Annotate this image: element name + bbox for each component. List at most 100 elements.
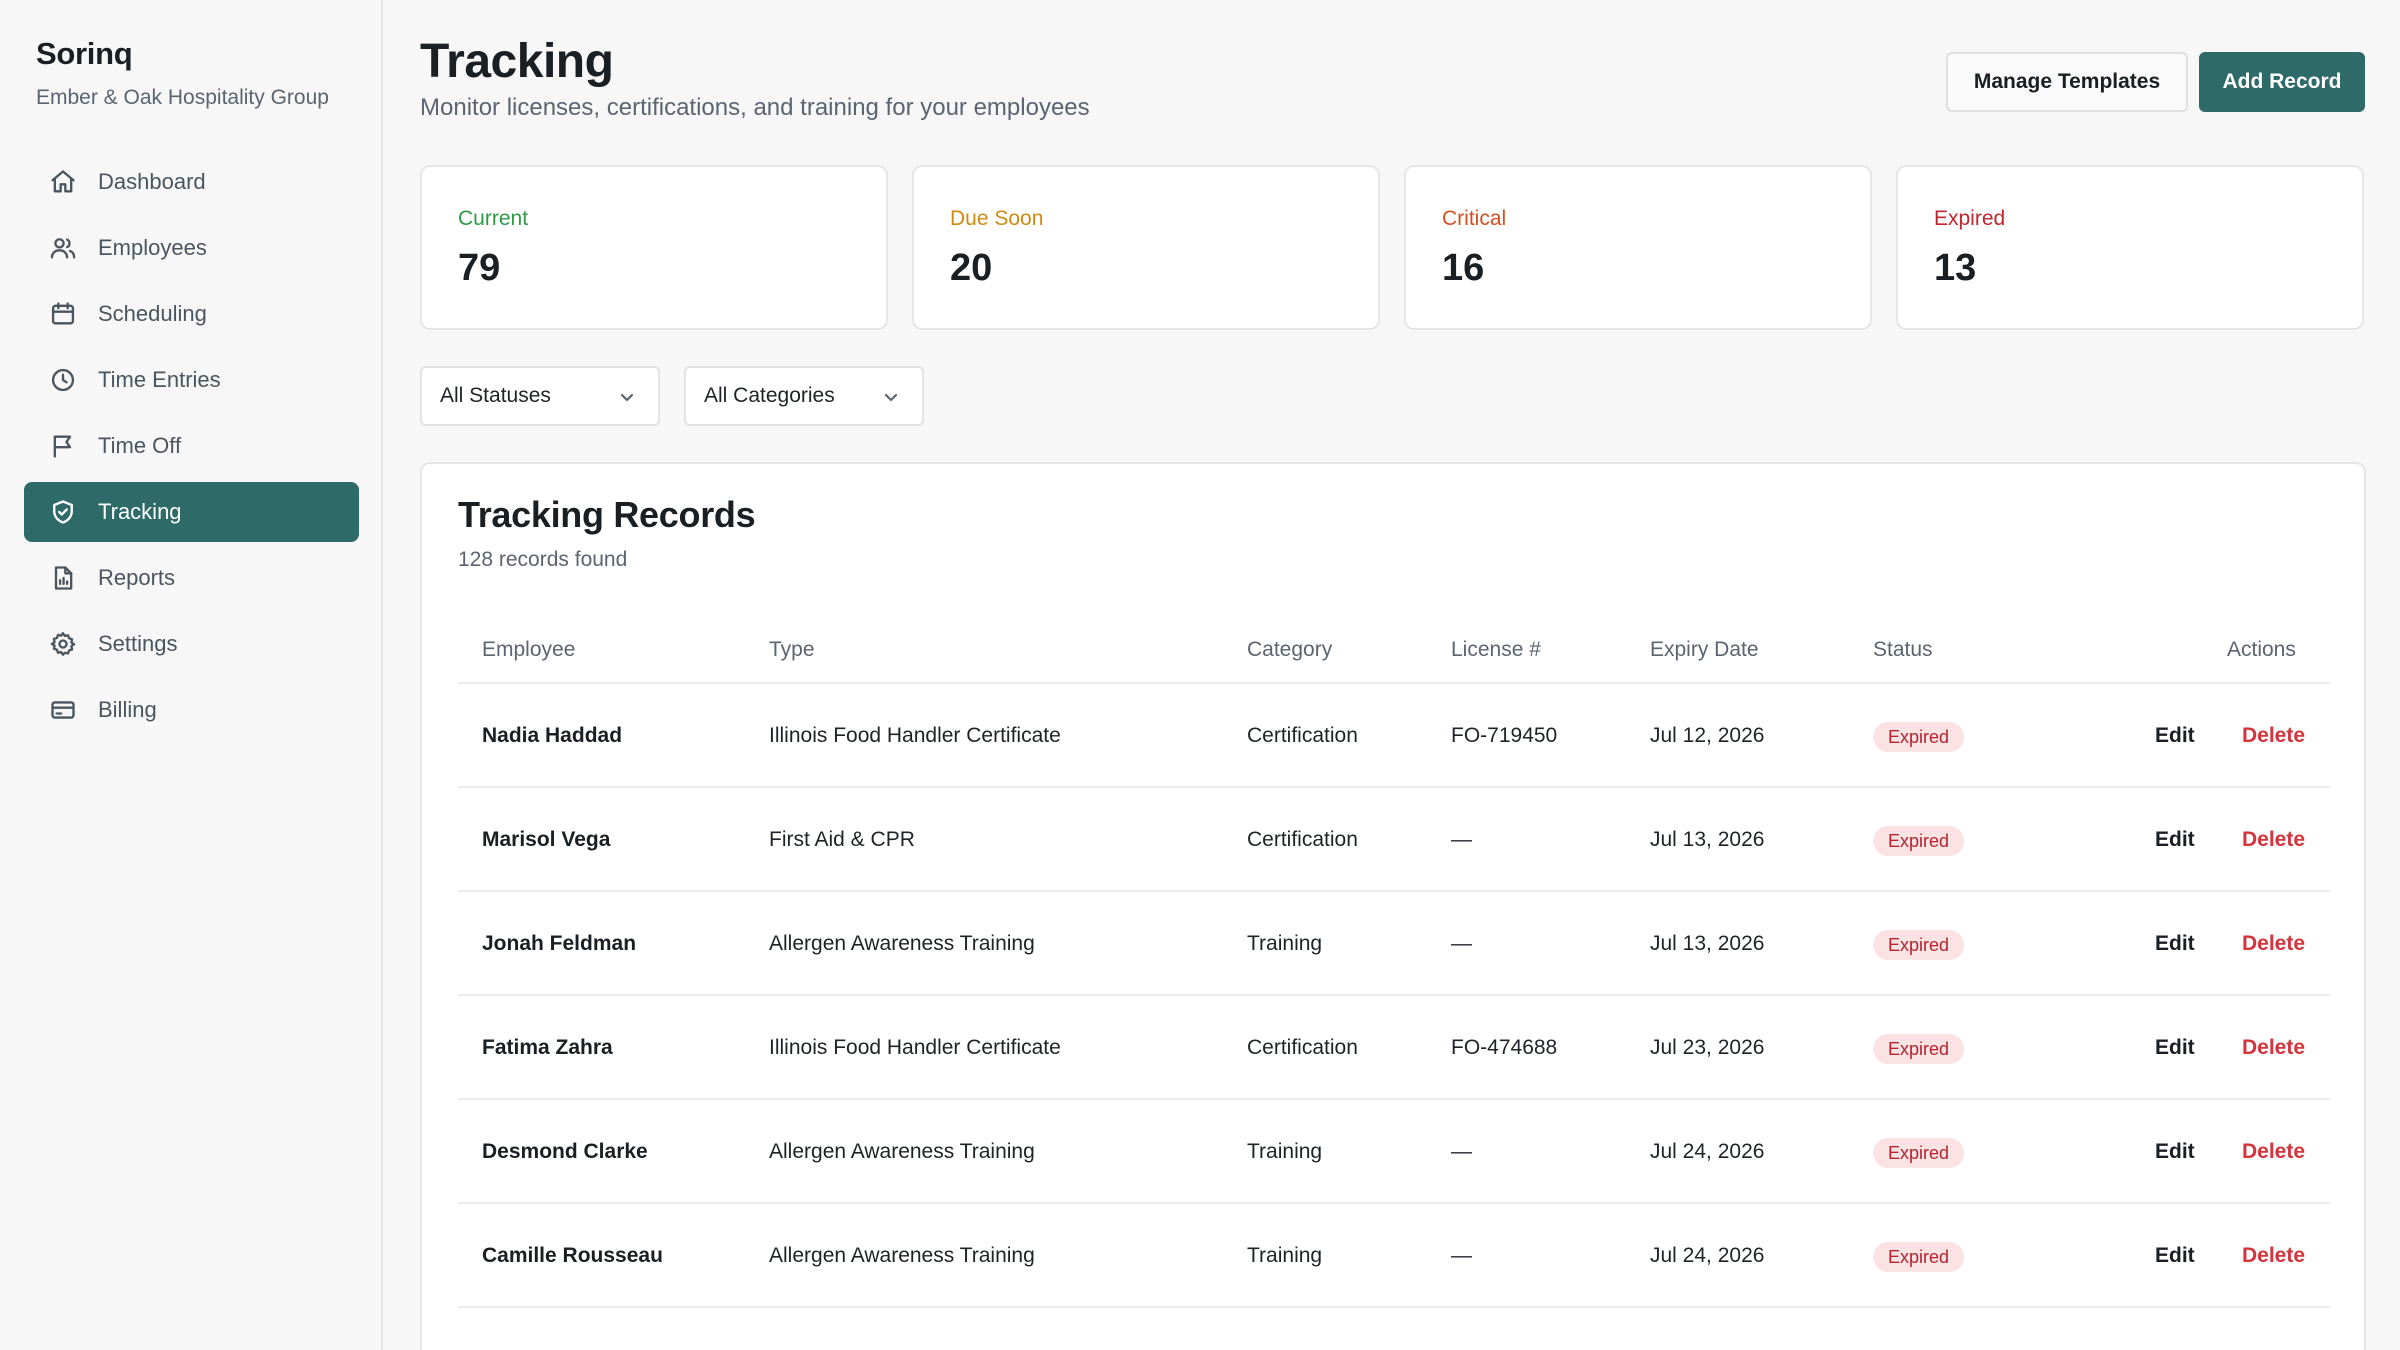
category-filter-value: All Categories [704,384,835,407]
stat-label: Expired [1934,207,2006,230]
sidebar-item-time-entries[interactable]: Time Entries [24,350,359,410]
cell-expiry: Jul 12, 2026 [1650,724,1765,747]
users-icon [48,233,78,263]
credit-card-icon [48,695,78,725]
sidebar-item-scheduling[interactable]: Scheduling [24,284,359,344]
sidebar-item-dashboard[interactable]: Dashboard [24,152,359,212]
status-filter-select[interactable]: All Statuses [420,366,660,426]
cell-category: Training [1247,1140,1323,1163]
sidebar-item-label: Tracking [98,499,182,524]
column-header-category[interactable]: Category [1247,638,1332,662]
delete-button[interactable]: Delete [2242,724,2305,748]
edit-button[interactable]: Edit [2155,1244,2195,1268]
page-subtitle: Monitor licenses, certifications, and tr… [420,94,1090,121]
stat-card-current: Current 79 [420,165,888,330]
manage-templates-button[interactable]: Manage Templates [1946,52,2188,112]
sidebar-item-label: Employees [98,235,207,260]
gear-icon [48,629,78,659]
stat-value: 16 [1442,247,1485,289]
table-row: Camille Rousseau Allergen Awareness Trai… [458,1204,2330,1308]
column-header-employee[interactable]: Employee [482,638,575,662]
cell-type: First Aid & CPR [769,828,915,851]
stat-label: Critical [1442,207,1507,230]
delete-button[interactable]: Delete [2242,932,2305,956]
status-badge: Expired [1873,1034,1965,1064]
sidebar-item-label: Settings [98,631,178,656]
shield-check-icon [48,497,78,527]
column-header-status[interactable]: Status [1873,638,1933,662]
cell-employee: Desmond Clarke [482,1140,648,1163]
cell-category: Training [1247,932,1323,955]
sidebar-item-label: Time Entries [98,367,221,392]
delete-button[interactable]: Delete [2242,1244,2305,1268]
sidebar-item-label: Dashboard [98,169,206,194]
cell-type: Illinois Food Handler Certificate [769,724,1061,747]
edit-button[interactable]: Edit [2155,724,2195,748]
cell-category: Certification [1247,828,1358,851]
sidebar-item-label: Time Off [98,433,182,458]
edit-button[interactable]: Edit [2155,828,2195,852]
records-title: Tracking Records [458,494,756,535]
cell-type: Allergen Awareness Training [769,932,1035,955]
cell-expiry: Jul 24, 2026 [1650,1244,1765,1267]
delete-button[interactable]: Delete [2242,1140,2305,1164]
add-record-button[interactable]: Add Record [2199,52,2365,112]
stat-card-critical: Critical 16 [1404,165,1872,330]
sidebar-item-employees[interactable]: Employees [24,218,359,278]
clock-icon [48,365,78,395]
page-title: Tracking [420,35,614,88]
cell-category: Certification [1247,724,1358,747]
calendar-icon [48,299,78,329]
table-row: Marisol Vega First Aid & CPR Certificati… [458,788,2330,892]
delete-button[interactable]: Delete [2242,828,2305,852]
sidebar: Sorinq Ember & Oak Hospitality Group Das… [0,0,383,1350]
cell-type: Allergen Awareness Training [769,1244,1035,1267]
cell-category: Training [1247,1244,1323,1267]
column-header-license[interactable]: License # [1451,638,1541,662]
sidebar-item-label: Scheduling [98,301,207,326]
cell-expiry: Jul 24, 2026 [1650,1140,1765,1163]
cell-employee: Jonah Feldman [482,932,637,955]
report-icon [48,563,78,593]
delete-button[interactable]: Delete [2242,1036,2305,1060]
main-content: Tracking Monitor licenses, certification… [385,0,2400,1350]
status-filter-value: All Statuses [440,384,551,407]
sidebar-item-reports[interactable]: Reports [24,548,359,608]
stat-value: 79 [458,247,501,289]
stat-value: 13 [1934,247,1977,289]
brand-name: Sorinq [36,36,133,71]
chevron-down-icon [882,388,900,406]
cell-expiry: Jul 13, 2026 [1650,932,1765,955]
status-badge: Expired [1873,722,1965,752]
stat-value: 20 [950,247,993,289]
stat-card-expired: Expired 13 [1896,165,2364,330]
sidebar-item-settings[interactable]: Settings [24,614,359,674]
edit-button[interactable]: Edit [2155,1036,2195,1060]
column-header-actions: Actions [2227,638,2296,661]
sidebar-nav: Dashboard Employees Scheduling Time Entr… [24,152,359,746]
status-badge: Expired [1873,1242,1965,1272]
sidebar-item-label: Billing [98,697,157,722]
sidebar-item-billing[interactable]: Billing [24,680,359,740]
column-header-type[interactable]: Type [769,638,815,662]
column-header-expiry[interactable]: Expiry Date [1650,638,1759,662]
cell-employee: Marisol Vega [482,828,611,851]
edit-button[interactable]: Edit [2155,932,2195,956]
edit-button[interactable]: Edit [2155,1140,2195,1164]
cell-license: FO-719450 [1451,724,1558,747]
cell-license: — [1451,828,1472,851]
sidebar-item-time-off[interactable]: Time Off [24,416,359,476]
sidebar-item-label: Reports [98,565,176,590]
table-row: Jonah Feldman Allergen Awareness Trainin… [458,892,2330,996]
table-header: Employee Type Category License # Expiry … [458,614,2330,684]
cell-employee: Fatima Zahra [482,1036,613,1059]
tracking-records-card: Tracking Records 128 records found Emplo… [420,462,2366,1350]
cell-expiry: Jul 23, 2026 [1650,1036,1765,1059]
status-badge: Expired [1873,1138,1965,1168]
sidebar-item-tracking[interactable]: Tracking [24,482,359,542]
status-badge: Expired [1873,930,1965,960]
organization-name: Ember & Oak Hospitality Group [36,86,329,109]
status-badge: Expired [1873,826,1965,856]
category-filter-select[interactable]: All Categories [684,366,924,426]
stat-label: Due Soon [950,207,1044,230]
